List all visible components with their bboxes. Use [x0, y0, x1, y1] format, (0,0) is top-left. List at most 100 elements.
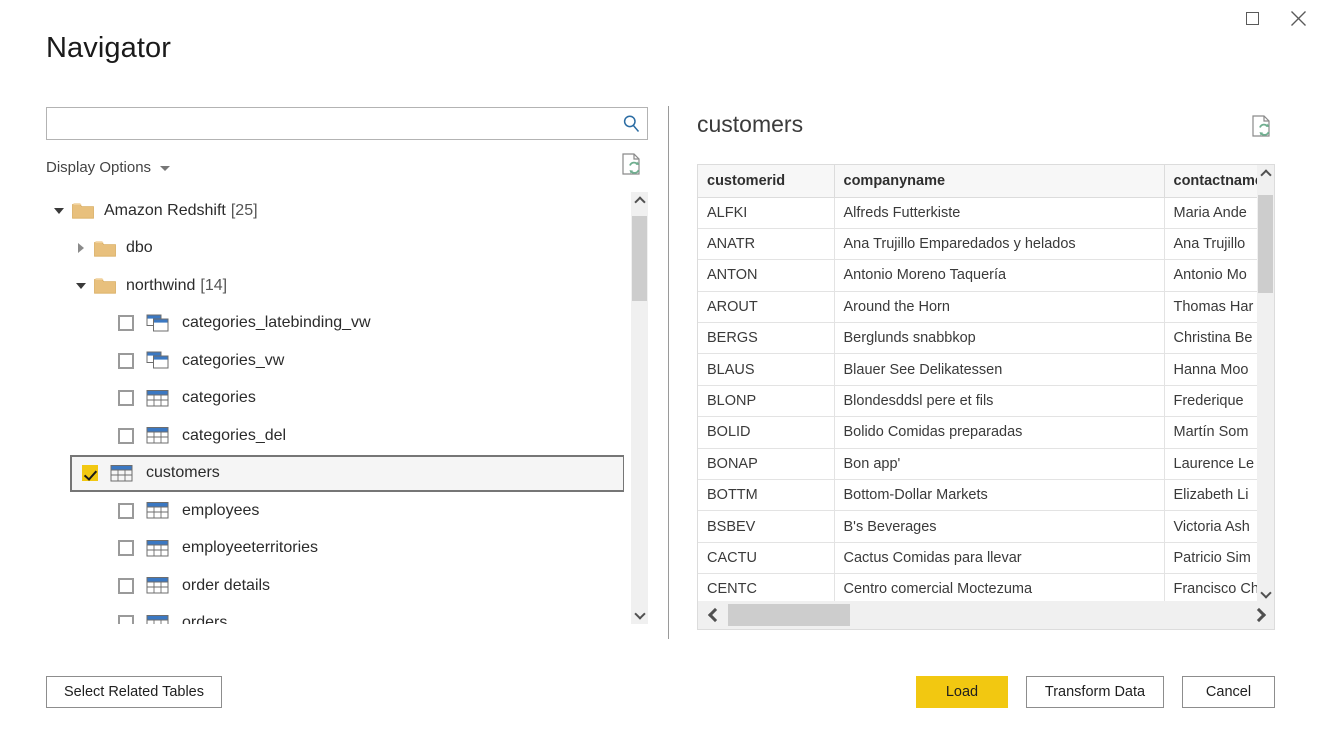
scroll-down-button[interactable]	[631, 607, 648, 624]
scroll-up-button[interactable]	[631, 192, 648, 209]
display-options-label: Display Options	[46, 159, 151, 176]
scroll-thumb[interactable]	[728, 604, 850, 626]
close-button[interactable]	[1275, 0, 1321, 36]
refresh-document-icon[interactable]	[1251, 115, 1273, 139]
load-button[interactable]: Load	[916, 676, 1008, 708]
tree-item-customers[interactable]: customers	[70, 455, 624, 493]
table-row[interactable]: BLONPBlondesddsl pere et filsFrederique	[698, 385, 1275, 416]
table-cell: CACTU	[698, 542, 834, 573]
tree-item-categories-vw[interactable]: categories_vw	[46, 342, 624, 380]
tree-item-amazon-redshift[interactable]: Amazon Redshift[25]	[46, 192, 624, 230]
preview-table: customeridcompanynamecontactname ALFKIAl…	[698, 165, 1275, 603]
table-row[interactable]: BSBEVB's BeveragesVictoria Ash	[698, 511, 1275, 542]
refresh-document-icon[interactable]	[621, 153, 643, 177]
table-row[interactable]: BLAUSBlauer See DelikatessenHanna Moo	[698, 354, 1275, 385]
object-tree-container: Amazon Redshift[25] dbo northwind [14] categ…	[46, 192, 648, 624]
database-table-icon	[146, 501, 170, 520]
table-cell: Blauer See Delikatessen	[834, 354, 1164, 385]
table-cell: Cactus Comidas para llevar	[834, 542, 1164, 573]
grid-vertical-scrollbar[interactable]	[1257, 165, 1274, 603]
expander-collapse-icon[interactable]	[46, 208, 72, 214]
transform-data-button[interactable]: Transform Data	[1026, 676, 1164, 708]
tree-item-label: categories_latebinding_vw	[182, 314, 371, 332]
table-row[interactable]: BOLIDBolido Comidas preparadasMartín Som	[698, 417, 1275, 448]
tree-item-label: dbo	[126, 239, 153, 257]
grid-horizontal-scrollbar[interactable]	[698, 601, 1275, 629]
tree-item-categories[interactable]: categories	[46, 380, 624, 418]
display-options-dropdown[interactable]: Display Options	[46, 159, 170, 176]
database-view-icon	[146, 314, 170, 333]
tree-item-categories-latebinding-vw[interactable]: categories_latebinding_vw	[46, 305, 624, 343]
scroll-right-button[interactable]	[1246, 601, 1275, 629]
table-row[interactable]: BONAPBon app'Laurence Le	[698, 448, 1275, 479]
scroll-up-button[interactable]	[1257, 165, 1274, 182]
table-cell: ANATR	[698, 228, 834, 259]
search-icon[interactable]	[615, 108, 647, 139]
table-cell: Bolido Comidas preparadas	[834, 417, 1164, 448]
tree-item-northwind[interactable]: northwind [14]	[46, 267, 624, 305]
dialog-footer: Select Related Tables Load Transform Dat…	[0, 660, 1321, 735]
database-table-icon	[146, 576, 170, 595]
tree-item-label: employeeterritories	[182, 539, 318, 557]
table-cell: Centro comercial Moctezuma	[834, 574, 1164, 603]
tree-item-label: categories	[182, 389, 256, 407]
column-header[interactable]: customerid	[698, 165, 834, 197]
table-cell: Alfreds Futterkiste	[834, 197, 1164, 228]
expander-expand-icon[interactable]	[68, 243, 94, 253]
tree-item-dbo[interactable]: dbo	[46, 230, 624, 268]
tree-item-label: categories_vw	[182, 352, 284, 370]
database-table-icon	[146, 389, 170, 408]
table-row[interactable]: ANATRAna Trujillo Emparedados y heladosA…	[698, 228, 1275, 259]
page-title: Navigator	[46, 32, 171, 65]
search-input[interactable]	[47, 108, 615, 139]
tree-item-count: [14]	[200, 277, 227, 295]
display-options-row: Display Options	[46, 154, 648, 180]
checkbox[interactable]	[118, 390, 134, 406]
search-box[interactable]	[46, 107, 648, 140]
checkbox[interactable]	[118, 503, 134, 519]
table-cell: Bottom-Dollar Markets	[834, 480, 1164, 511]
object-tree[interactable]: Amazon Redshift[25] dbo northwind [14] categ…	[46, 192, 624, 624]
maximize-button[interactable]	[1229, 0, 1275, 36]
database-table-icon	[146, 426, 170, 445]
table-row[interactable]: CACTUCactus Comidas para llevarPatricio …	[698, 542, 1275, 573]
table-cell: BOLID	[698, 417, 834, 448]
table-row[interactable]: ANTONAntonio Moreno TaqueríaAntonio Mo	[698, 260, 1275, 291]
scroll-left-button[interactable]	[698, 601, 728, 629]
checkbox[interactable]	[118, 540, 134, 556]
scroll-thumb[interactable]	[632, 216, 647, 301]
table-cell: BLAUS	[698, 354, 834, 385]
checkbox[interactable]	[118, 428, 134, 444]
tree-item-categories-del[interactable]: categories_del	[46, 417, 624, 455]
table-cell: Bon app'	[834, 448, 1164, 479]
column-header[interactable]: companyname	[834, 165, 1164, 197]
expander-collapse-icon[interactable]	[68, 283, 94, 289]
tree-vertical-scrollbar[interactable]	[631, 192, 648, 624]
tree-item-order-details[interactable]: order details	[46, 567, 624, 605]
table-cell: CENTC	[698, 574, 834, 603]
table-row[interactable]: BOTTMBottom-Dollar MarketsElizabeth Li	[698, 480, 1275, 511]
tree-item-label: customers	[146, 464, 220, 482]
table-cell: Around the Horn	[834, 291, 1164, 322]
checkbox[interactable]	[118, 578, 134, 594]
checkbox[interactable]	[82, 465, 98, 481]
cancel-button[interactable]: Cancel	[1182, 676, 1275, 708]
tree-item-label: northwind	[126, 277, 195, 295]
table-row[interactable]: ALFKIAlfreds FutterkisteMaria Ande	[698, 197, 1275, 228]
checkbox[interactable]	[118, 315, 134, 331]
folder-icon	[94, 240, 116, 257]
tree-item-employeeterritories[interactable]: employeeterritories	[46, 530, 624, 568]
chevron-down-icon	[634, 608, 645, 619]
select-related-tables-button[interactable]: Select Related Tables	[46, 676, 222, 708]
checkbox[interactable]	[118, 353, 134, 369]
table-row[interactable]: BERGSBerglunds snabbkopChristina Be	[698, 323, 1275, 354]
tree-item-employees[interactable]: employees	[46, 492, 624, 530]
table-cell: Antonio Moreno Taquería	[834, 260, 1164, 291]
tree-item-orders[interactable]: orders	[46, 605, 624, 625]
table-row[interactable]: AROUTAround the HornThomas Har	[698, 291, 1275, 322]
scroll-thumb[interactable]	[1258, 195, 1273, 293]
table-row[interactable]: CENTCCentro comercial MoctezumaFrancisco…	[698, 574, 1275, 603]
navigator-dialog: Navigator Display Options	[0, 0, 1321, 735]
preview-panel: customers customeridcompanynamecontactn	[697, 107, 1275, 632]
checkbox[interactable]	[118, 615, 134, 624]
